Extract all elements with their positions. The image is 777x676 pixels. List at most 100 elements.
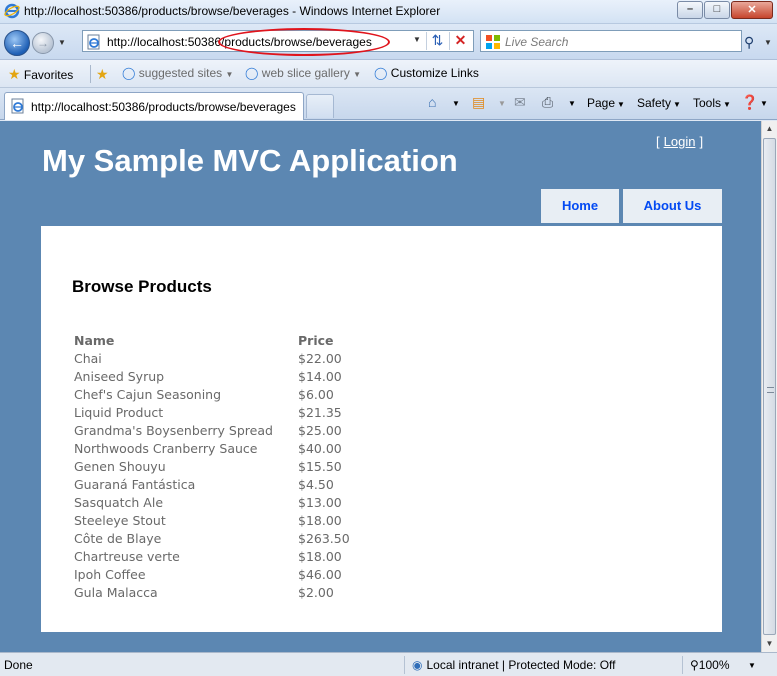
search-icon[interactable]: ⚲ — [744, 34, 754, 51]
safety-menu-label: Safety — [637, 96, 672, 110]
favorites-star-icon: ★ — [8, 66, 21, 82]
print-dropdown[interactable]: ▼ — [568, 99, 576, 108]
product-name: Northwoods Cranberry Sauce — [74, 440, 258, 456]
intranet-globe-icon: ◉ — [412, 658, 423, 672]
product-price: $18.00 — [298, 512, 342, 528]
feeds-icon[interactable]: ▤ — [472, 94, 485, 111]
tab-current-page[interactable]: http://localhost:50386/products/browse/b… — [4, 92, 304, 120]
table-row: Chai $22.00 — [72, 349, 352, 367]
favorites-button[interactable]: ★ Favorites — [8, 66, 73, 83]
recent-pages-dropdown[interactable]: ▼ — [58, 38, 66, 47]
login-link[interactable]: Login — [664, 134, 696, 149]
forward-button[interactable]: → — [32, 32, 54, 54]
product-price: $14.00 — [298, 368, 342, 384]
table-row: Côte de Blaye $263.50 — [72, 529, 352, 547]
product-price: $40.00 — [298, 440, 342, 456]
live-search-logo-icon — [486, 35, 500, 49]
window-title-bar: http://localhost:50386/products/browse/b… — [0, 0, 777, 24]
add-to-favorites-icon[interactable]: ★ — [96, 66, 109, 83]
scroll-down-icon[interactable]: ▼ — [762, 636, 777, 652]
page-icon — [87, 34, 100, 50]
zoom-level[interactable]: ⚲100% — [690, 658, 730, 672]
product-name: Sasquatch Ale — [74, 494, 164, 510]
menu-item-home[interactable]: Home — [541, 189, 619, 223]
chevron-down-icon: ▼ — [723, 100, 731, 109]
minimize-icon: – — [686, 3, 694, 15]
divider — [90, 65, 91, 83]
ie-page-icon: ◯ — [245, 66, 259, 80]
security-zone[interactable]: ◉ Local intranet | Protected Mode: Off — [412, 658, 615, 672]
print-icon[interactable]: ⎙ — [542, 94, 553, 111]
zoom-dropdown[interactable]: ▼ — [748, 661, 756, 670]
table-row: Chartreuse verte $18.00 — [72, 547, 352, 565]
mail-icon[interactable]: ✉ — [514, 94, 526, 111]
back-button[interactable]: ← — [4, 30, 30, 56]
ie-page-icon: ◯ — [122, 66, 136, 80]
zoom-icon: ⚲ — [690, 658, 699, 672]
refresh-icon[interactable]: ⇅ — [426, 32, 448, 50]
login-bracket-open: [ — [656, 134, 660, 149]
divider — [682, 656, 683, 674]
security-zone-label: Local intranet | Protected Mode: Off — [426, 658, 616, 672]
ie-page-icon: ◯ — [374, 66, 388, 80]
login-bracket-close: ] — [699, 134, 704, 149]
vertical-scrollbar[interactable]: ▲ ▼ — [761, 121, 777, 652]
search-placeholder[interactable]: Live Search — [505, 35, 568, 49]
home-dropdown[interactable]: ▼ — [452, 99, 460, 108]
favorites-label: Favorites — [23, 68, 74, 82]
tools-menu[interactable]: Tools ▼ — [693, 96, 731, 110]
maximize-button[interactable]: □ — [704, 1, 730, 19]
help-dropdown[interactable]: ▼ — [760, 99, 768, 108]
product-name: Aniseed Syrup — [74, 368, 165, 384]
divider — [404, 656, 405, 674]
favorite-link-suggested-sites[interactable]: ◯ suggested sites ▼ — [122, 66, 233, 80]
close-window-button[interactable]: ✕ — [731, 1, 773, 19]
favorite-link-customize-links[interactable]: ◯ Customize Links — [374, 66, 479, 80]
chevron-down-icon: ▼ — [225, 70, 234, 79]
table-row: Ipoh Coffee $46.00 — [72, 565, 352, 583]
column-header-name: Name — [74, 332, 115, 348]
product-price: $15.50 — [298, 458, 342, 474]
product-price: $21.35 — [298, 404, 342, 420]
table-row: Gula Malacca $2.00 — [72, 583, 352, 601]
product-name: Steeleye Stout — [74, 512, 166, 528]
scroll-up-icon[interactable]: ▲ — [762, 121, 777, 137]
column-header-price: Price — [298, 332, 334, 348]
minimize-button[interactable]: – — [677, 1, 703, 19]
table-row: Aniseed Syrup $14.00 — [72, 367, 352, 385]
products-table: Name Price Chai $22.00 Aniseed Syrup $14.0… — [72, 331, 352, 601]
page-menu[interactable]: Page ▼ — [587, 96, 625, 110]
favorite-link-label: web slice gallery — [261, 66, 350, 80]
table-header-row: Name Price — [72, 331, 352, 349]
scrollbar-thumb[interactable] — [763, 138, 776, 635]
product-price: $2.00 — [298, 584, 334, 600]
login-area: [ Login] — [656, 134, 703, 149]
window-title: http://localhost:50386/products/browse/b… — [24, 4, 441, 18]
product-price: $6.00 — [298, 386, 334, 402]
favorite-link-web-slice-gallery[interactable]: ◯ web slice gallery ▼ — [245, 66, 361, 80]
search-options-dropdown[interactable]: ▼ — [764, 38, 772, 47]
table-row: Sasquatch Ale $13.00 — [72, 493, 352, 511]
chevron-down-icon: ▼ — [617, 100, 625, 109]
menu-item-about-us[interactable]: About Us — [623, 189, 722, 223]
table-row: Northwoods Cranberry Sauce $40.00 — [72, 439, 352, 457]
feeds-dropdown[interactable]: ▼ — [498, 99, 506, 108]
help-icon[interactable]: ❓ — [741, 94, 758, 111]
product-name: Grandma's Boysenberry Spread — [74, 422, 273, 438]
home-icon[interactable]: ⌂ — [428, 94, 436, 110]
product-name: Chai — [74, 350, 102, 366]
safety-menu[interactable]: Safety ▼ — [637, 96, 681, 110]
product-name: Guaraná Fantástica — [74, 476, 196, 492]
stop-icon[interactable]: ✕ — [449, 32, 471, 50]
search-box[interactable]: Live Search — [480, 30, 742, 52]
product-name: Ipoh Coffee — [74, 566, 146, 582]
new-tab-button[interactable] — [306, 94, 334, 118]
url-highlight-ellipse — [218, 28, 390, 56]
product-price: $4.50 — [298, 476, 334, 492]
product-name: Genen Shouyu — [74, 458, 166, 474]
table-row: Chef's Cajun Seasoning $6.00 — [72, 385, 352, 403]
address-dropdown[interactable]: ▼ — [413, 35, 421, 44]
page-icon — [11, 98, 24, 114]
product-price: $22.00 — [298, 350, 342, 366]
product-name: Chartreuse verte — [74, 548, 180, 564]
